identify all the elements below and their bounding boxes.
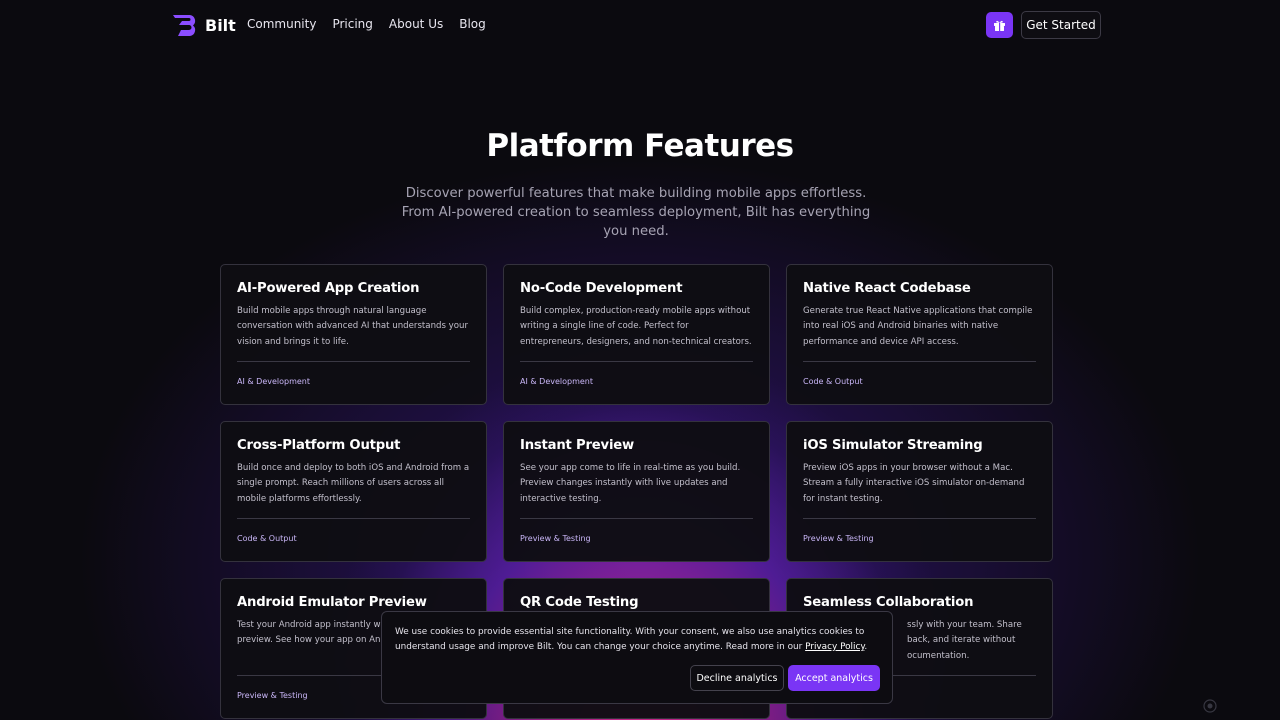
feature-card-instant-preview[interactable]: Instant Preview See your app come to lif… <box>503 421 770 562</box>
nav-link-blog[interactable]: Blog <box>459 17 486 31</box>
cookie-message-end: . <box>864 642 868 652</box>
feature-card-title: Instant Preview <box>520 438 634 453</box>
feature-card-tag: Code & Output <box>803 377 863 386</box>
get-started-button[interactable]: Get Started <box>1021 11 1101 39</box>
feature-card-tag: Preview & Testing <box>237 691 308 700</box>
gift-button[interactable] <box>986 12 1013 38</box>
nav-link-about-us[interactable]: About Us <box>389 17 443 31</box>
feature-card-description: Generate true React Native applications … <box>803 306 1033 347</box>
feature-card-description: Build mobile apps through natural langua… <box>237 306 468 347</box>
navbar: Bilt Community Pricing About Us Blog Get… <box>0 0 1280 50</box>
feature-card-ios-simulator-streaming[interactable]: iOS Simulator Streaming Preview iOS apps… <box>786 421 1053 562</box>
bilt-logo-icon <box>173 15 196 36</box>
page-title: Platform Features <box>486 128 794 164</box>
feature-card-cross-platform-output[interactable]: Cross-Platform Output Build once and dep… <box>220 421 487 562</box>
feature-card-tag: Preview & Testing <box>520 534 591 543</box>
card-divider <box>237 518 470 519</box>
cookie-consent-banner: We use cookies to provide essential site… <box>381 611 893 704</box>
card-divider <box>237 361 470 362</box>
brand[interactable]: Bilt <box>172 14 236 36</box>
card-divider <box>520 518 753 519</box>
feature-card-tag: AI & Development <box>237 377 311 386</box>
card-divider <box>803 518 1036 519</box>
cookie-message-text: We use cookies to provide essential site… <box>395 627 865 652</box>
feature-card-tag: AI & Development <box>520 377 594 386</box>
corner-badge-icon[interactable] <box>1203 699 1217 713</box>
feature-card-no-code-development[interactable]: No-Code Development Build complex, produ… <box>503 264 770 405</box>
nav-link-pricing[interactable]: Pricing <box>332 17 372 31</box>
feature-card-title: Cross-Platform Output <box>237 438 401 453</box>
main-nav: Community Pricing About Us Blog <box>247 17 486 31</box>
card-divider <box>520 361 753 362</box>
feature-card-title: No-Code Development <box>520 281 683 296</box>
nav-link-community[interactable]: Community <box>247 17 316 31</box>
feature-card-description: Preview iOS apps in your browser without… <box>803 463 1025 504</box>
card-divider <box>803 361 1036 362</box>
feature-card-title: Seamless Collaboration <box>803 595 974 610</box>
feature-card-title: Native React Codebase <box>803 281 971 296</box>
feature-card-description: See your app come to life in real-time a… <box>520 463 741 504</box>
brand-name: Bilt <box>205 15 236 35</box>
feature-card-tag: Code & Output <box>237 534 297 543</box>
gift-icon <box>994 20 1005 31</box>
feature-card-title: Android Emulator Preview <box>237 595 427 610</box>
feature-card-native-react-codebase[interactable]: Native React Codebase Generate true Reac… <box>786 264 1053 405</box>
feature-card-title: QR Code Testing <box>520 595 639 610</box>
page-subtitle: Discover powerful features that make bui… <box>401 186 871 239</box>
privacy-policy-link[interactable]: Privacy Policy <box>805 642 864 652</box>
feature-card-ai-powered-app-creation[interactable]: AI-Powered App Creation Build mobile app… <box>220 264 487 405</box>
cookie-message: We use cookies to provide essential site… <box>395 625 879 655</box>
decline-analytics-button[interactable]: Decline analytics <box>690 665 784 691</box>
feature-card-description: Build complex, production-ready mobile a… <box>520 306 752 347</box>
feature-card-tag: Preview & Testing <box>803 534 874 543</box>
feature-card-title: iOS Simulator Streaming <box>803 438 983 453</box>
feature-card-title: AI-Powered App Creation <box>237 281 420 296</box>
accept-analytics-button[interactable]: Accept analytics <box>788 665 880 691</box>
feature-card-description: Build once and deploy to both iOS and An… <box>237 463 470 504</box>
